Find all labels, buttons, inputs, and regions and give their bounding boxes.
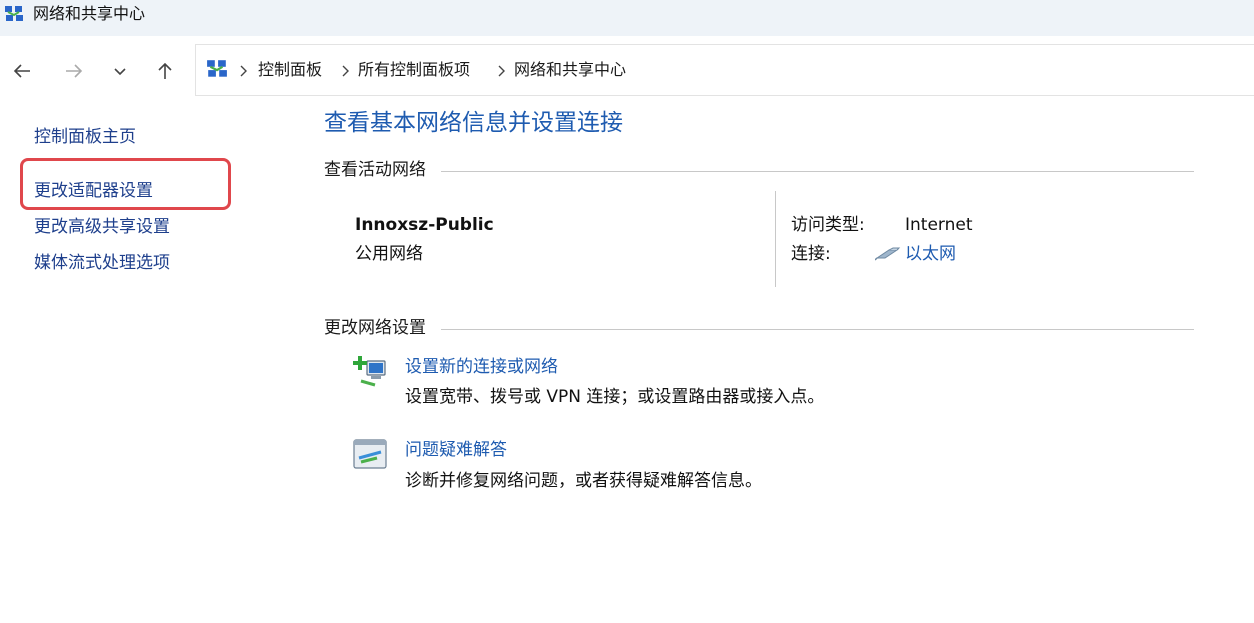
page-title: 查看基本网络信息并设置连接 <box>324 110 623 136</box>
forward-button[interactable] <box>61 58 87 84</box>
section-heading-change-settings: 更改网络设置 <box>324 318 426 338</box>
title-bar: 网络和共享中心 <box>0 0 1254 36</box>
access-type-value: Internet <box>905 215 973 235</box>
network-center-icon <box>206 58 228 80</box>
highlight-annotation-box <box>20 158 231 210</box>
arrow-left-icon <box>13 64 30 78</box>
network-type: 公用网络 <box>355 244 423 264</box>
breadcrumb-separator-icon[interactable] <box>496 63 506 77</box>
breadcrumb-separator-icon[interactable] <box>238 63 248 77</box>
sidebar-item-media-streaming-options[interactable]: 媒体流式处理选项 <box>34 251 170 275</box>
up-button[interactable] <box>152 58 178 84</box>
breadcrumb-item[interactable]: 控制面板 <box>258 59 322 81</box>
breadcrumb-item[interactable]: 所有控制面板项 <box>358 59 470 81</box>
address-bar[interactable]: 控制面板 所有控制面板项 网络和共享中心 <box>195 44 1254 96</box>
troubleshoot-problems-description: 诊断并修复网络问题，或者获得疑难解答信息。 <box>405 471 762 491</box>
access-type-label: 访问类型: <box>791 215 865 235</box>
arrow-up-icon <box>158 62 172 79</box>
window-title: 网络和共享中心 <box>33 4 146 23</box>
ethernet-icon[interactable] <box>874 246 901 262</box>
connection-label: 连接: <box>791 244 831 264</box>
new-connection-icon[interactable] <box>353 355 389 389</box>
breadcrumb-item[interactable]: 网络和共享中心 <box>514 59 626 81</box>
recent-locations-button[interactable] <box>107 58 133 84</box>
setup-new-connection-link[interactable]: 设置新的连接或网络 <box>405 355 558 379</box>
sidebar-item-advanced-sharing-settings[interactable]: 更改高级共享设置 <box>34 215 170 239</box>
network-center-icon <box>4 4 24 24</box>
breadcrumb-separator-icon[interactable] <box>340 63 350 77</box>
network-name: Innoxsz-Public <box>355 215 494 235</box>
troubleshoot-problems-link[interactable]: 问题疑难解答 <box>405 438 507 462</box>
setup-new-connection-description: 设置宽带、拨号或 VPN 连接；或设置路由器或接入点。 <box>405 387 825 407</box>
sidebar-item-control-panel-home[interactable]: 控制面板主页 <box>34 125 136 149</box>
section-divider <box>441 171 1194 172</box>
chevron-down-icon <box>114 68 126 76</box>
back-button[interactable] <box>9 58 35 84</box>
arrow-right-icon <box>66 64 83 78</box>
troubleshoot-icon[interactable] <box>353 438 389 472</box>
ethernet-connection-link[interactable]: 以太网 <box>905 242 956 266</box>
section-heading-active-networks: 查看活动网络 <box>324 160 426 180</box>
vertical-divider <box>775 191 776 287</box>
section-divider <box>441 329 1194 330</box>
